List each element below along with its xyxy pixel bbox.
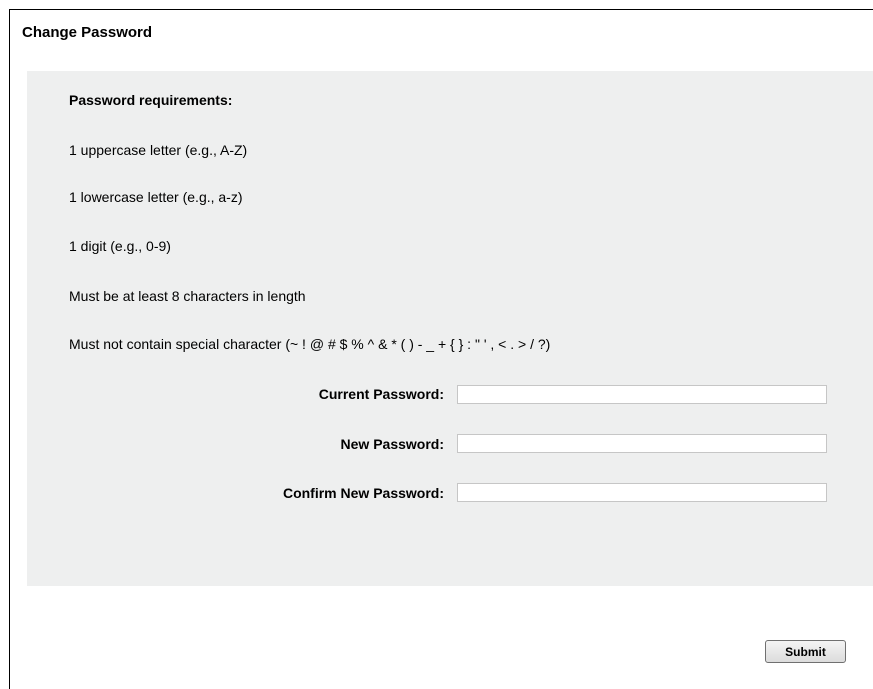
requirement-digit: 1 digit (e.g., 0-9) bbox=[69, 238, 171, 254]
confirm-new-password-input[interactable] bbox=[457, 483, 827, 502]
requirement-special-characters: Must not contain special character (~ ! … bbox=[69, 336, 551, 352]
requirement-uppercase: 1 uppercase letter (e.g., A-Z) bbox=[69, 142, 248, 158]
current-password-label: Current Password: bbox=[318, 386, 444, 402]
requirements-heading: Password requirements: bbox=[69, 92, 233, 108]
submit-button[interactable]: Submit bbox=[765, 640, 846, 663]
requirement-length: Must be at least 8 characters in length bbox=[69, 288, 306, 304]
new-password-label: New Password: bbox=[340, 436, 444, 452]
new-password-input[interactable] bbox=[457, 434, 827, 453]
requirement-lowercase: 1 lowercase letter (e.g., a-z) bbox=[69, 189, 243, 205]
confirm-new-password-label: Confirm New Password: bbox=[282, 485, 444, 501]
page-title: Change Password bbox=[22, 24, 153, 41]
current-password-input[interactable] bbox=[457, 385, 827, 404]
